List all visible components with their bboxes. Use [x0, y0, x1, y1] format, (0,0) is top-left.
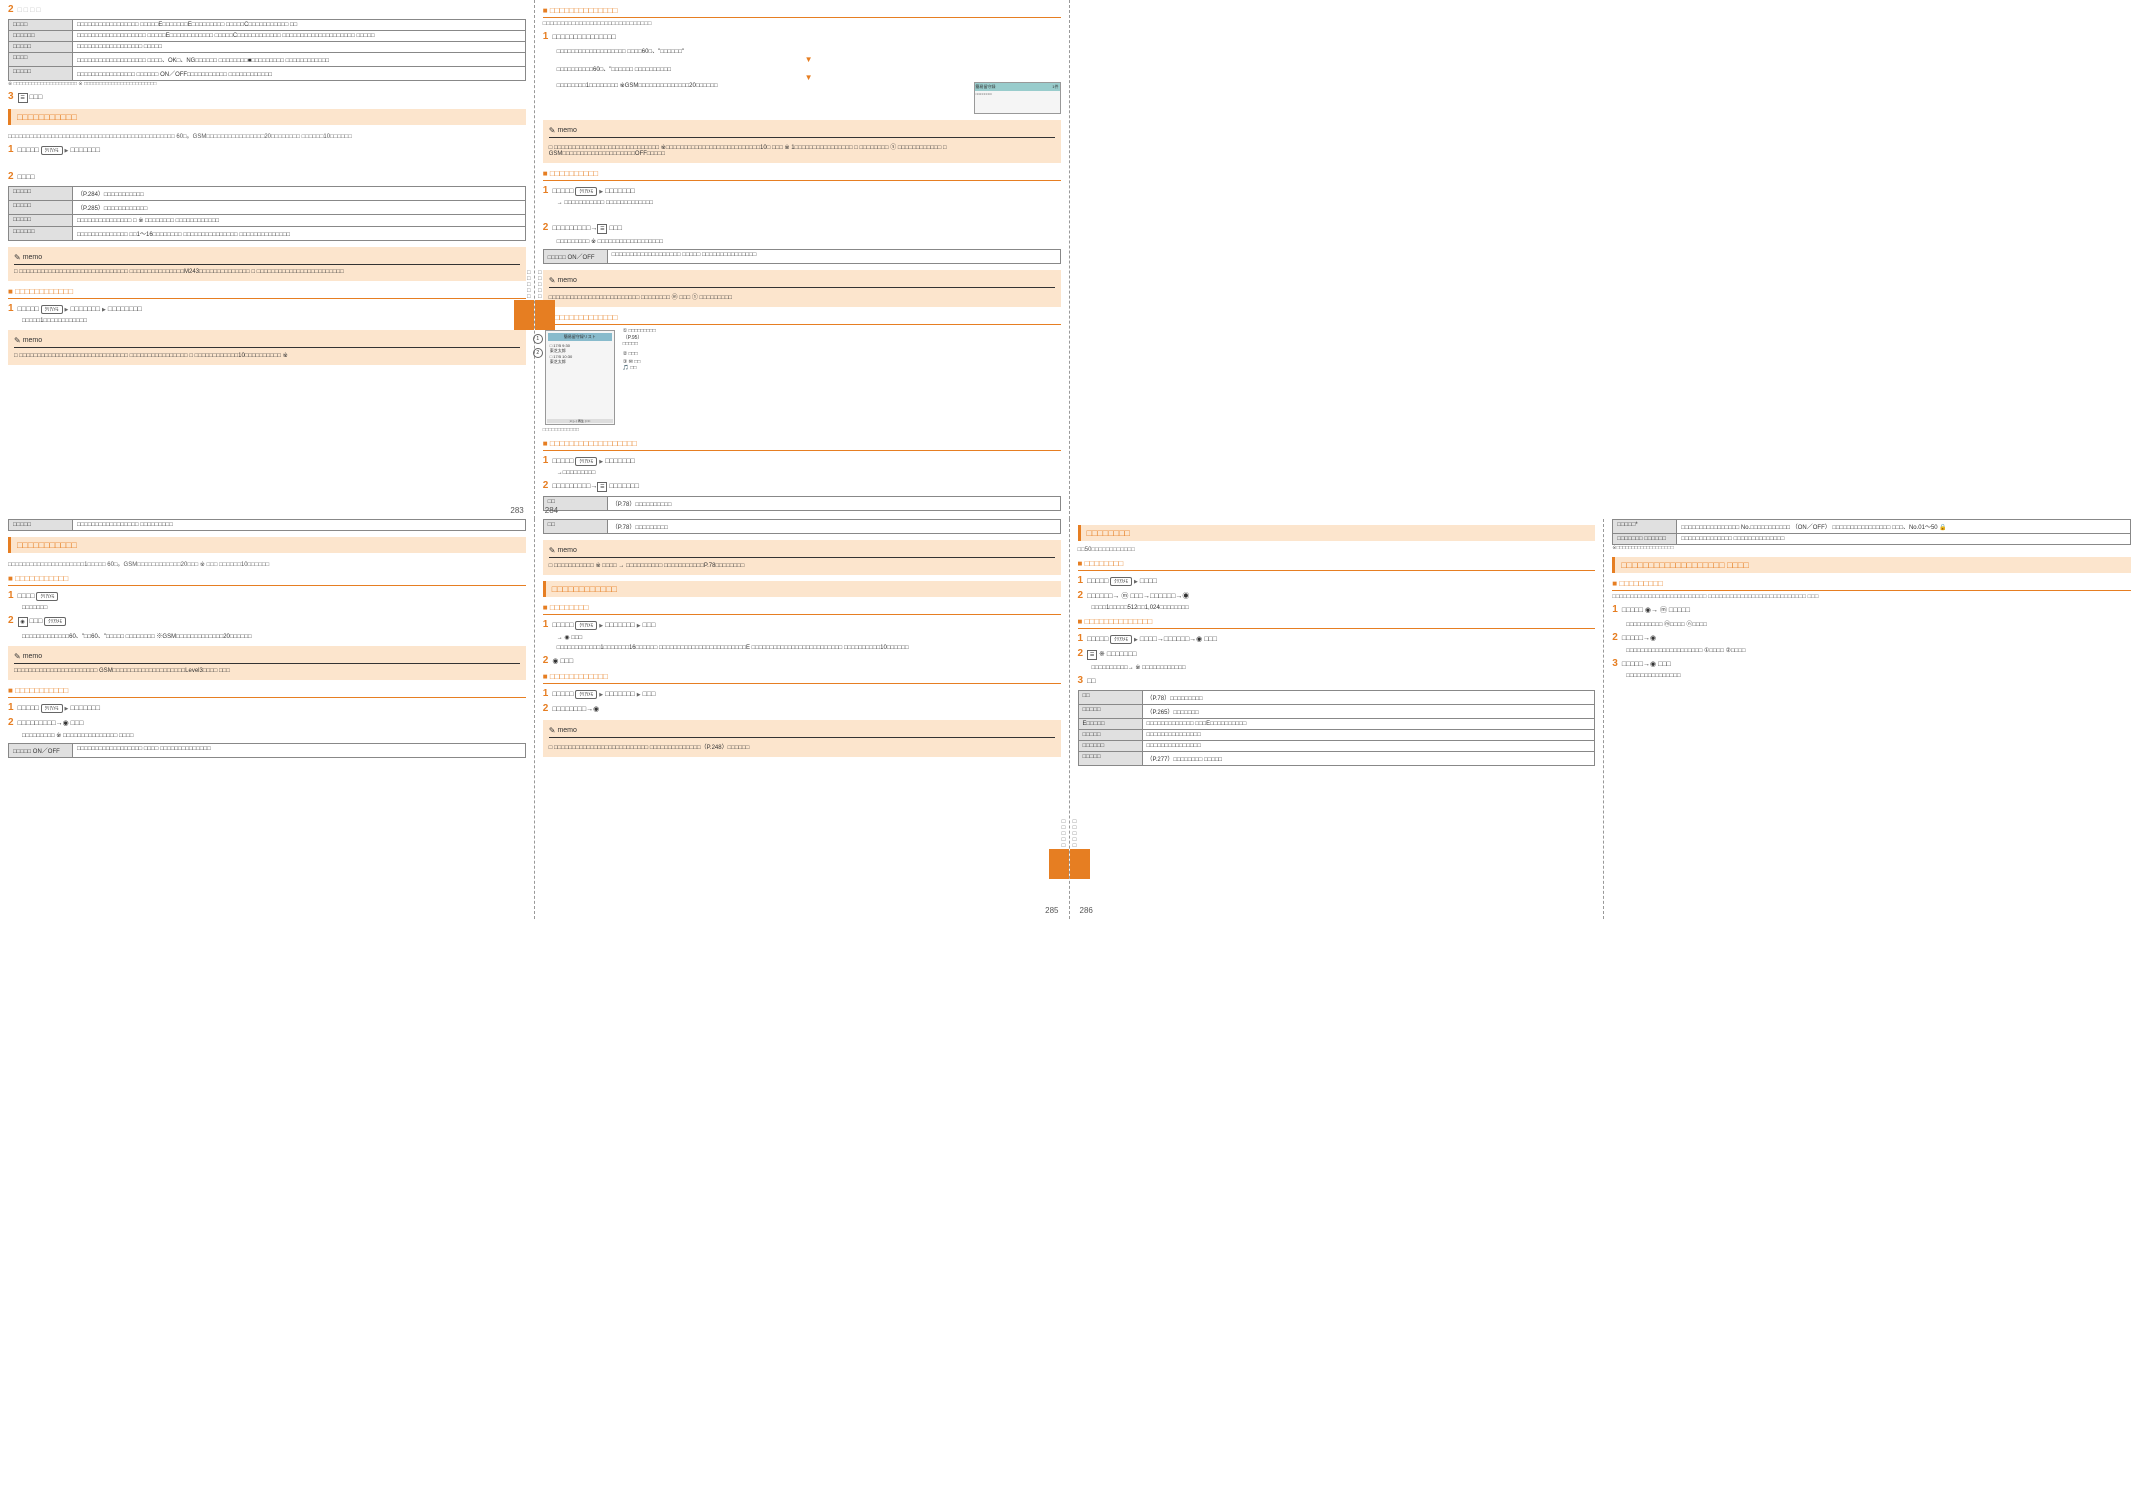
- menu-icon: ☰: [1087, 650, 1097, 660]
- settings-table: □□□□□□□□□□□□□□□□□□□□□ □□□□□E□□□□□□□E□□□□…: [8, 19, 526, 81]
- page-285-right: □□（P.78）□□□□□□□□□ memo □ □□□□□□□□□□□ ※ □…: [535, 519, 1070, 919]
- page-286-right: □□□□□*□□□□□□□□□□□□□□□□ No.□□□□□□□□□□□ （O…: [1604, 519, 2139, 919]
- subsection-title: □□□□□□□□□□□□: [8, 287, 526, 299]
- phone-notification-mock: 簡易留守録 1件 □□□□□□□□□: [974, 82, 1061, 114]
- memo-label: memo: [14, 253, 520, 265]
- page-number: 283: [510, 506, 523, 515]
- row-label: □□□□: [9, 20, 73, 31]
- options-table: □□□□□（P.284）□□□□□□□□□□□ □□□□□（P.285）□□□□…: [8, 186, 526, 241]
- footnote: ※ □□□□□□□□□□□□□□□□□□□□□ ※ □□□□□□□□□□□□□□…: [8, 81, 526, 87]
- clear-button[interactable]: ｸﾘｱ/ﾒﾓ: [41, 305, 63, 314]
- page-283: 2 □□□□ □□□□□□□□□□□□□□□□□□□□□ □□□□□E□□□□□□…: [0, 0, 535, 519]
- down-arrow-icon: ▼: [557, 55, 1061, 64]
- page-number: 284: [545, 506, 558, 515]
- page-286-left: □□□□□□□□ □□50□□□□□□□□□□□□ □□□□□□□□ 1□□□□…: [1070, 519, 1605, 919]
- page-number: 285: [1045, 906, 1058, 915]
- side-label: □□□□□: [526, 270, 532, 300]
- center-key-icon: ◉: [18, 617, 28, 627]
- phone-screen-mock: 簡易留守録リスト □ 17/5 9:30 東芝太郎 □ 17/5 10:30 東…: [545, 330, 615, 425]
- page-284: □□□□□□□□□□□□□□ □□□□□□□□□□□□□□□□□□□□□□□□□…: [535, 0, 1070, 519]
- tab-marker: [514, 300, 534, 330]
- menu-icon: ☰: [597, 482, 607, 492]
- menu-icon: ☰: [18, 93, 28, 103]
- page-number: 286: [1080, 906, 1093, 915]
- row-value: □□□□□□□□□□□□□□□□□ □□□□□E□□□□□□□E□□□□□□□□…: [73, 20, 526, 31]
- section-title: □□□□□□□□□□□: [8, 109, 526, 125]
- clear-button[interactable]: ｸﾘｱ/ﾒﾓ: [41, 146, 63, 155]
- callout-1: 1: [533, 334, 543, 344]
- subsection-title: □□□□□□□□□□□□□□: [543, 6, 1061, 18]
- step-number-3: 3: [8, 91, 14, 102]
- step-number-1: 1: [8, 144, 14, 155]
- callout-2: 2: [533, 348, 543, 358]
- manual-spread-row2: □□□□□□□□□□□□□□□□□□□□□□ □□□□□□□□□ □□□□□□□…: [0, 519, 2139, 919]
- menu-icon: ☰: [597, 224, 607, 234]
- manual-spread: 2 □□□□ □□□□□□□□□□□□□□□□□□□□□ □□□□□E□□□□□□…: [0, 0, 2139, 519]
- memo-box: memo □ □□□□□□□□□□□□□□□□□□□□□□□□□□□□□□ □□…: [8, 247, 526, 281]
- page-285-left: □□□□□□□□□□□□□□□□□□□□□□ □□□□□□□□□ □□□□□□□…: [0, 519, 535, 919]
- step-number-2: 2: [8, 4, 14, 15]
